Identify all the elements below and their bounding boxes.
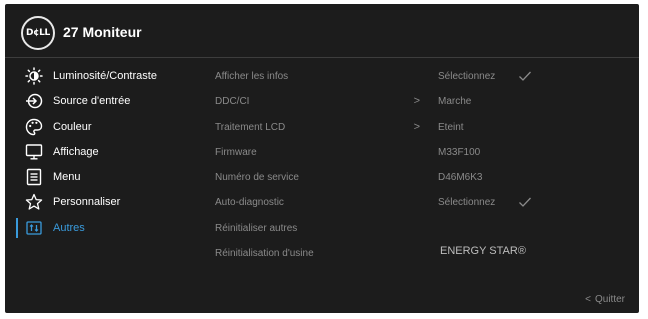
sidebar-item-label: Affichage [53,145,99,158]
sidebar-item-label: Menu [53,171,81,184]
value-lcd-conditioning: Eteint [438,115,628,140]
sidebar-item-label: Couleur [53,120,92,133]
sidebar-item-input-source[interactable]: Source d'entrée [5,89,205,114]
checkmark-icon [519,71,531,81]
setting-ddc-ci[interactable]: DDC/CI > [215,89,430,114]
value-energy-star: ENERGY STAR® [438,241,628,266]
color-palette-icon [25,118,43,135]
value-self-diagnostic[interactable]: Sélectionnez [438,190,628,215]
setting-label: Numéro de service [215,172,299,184]
setting-value: Sélectionnez [438,197,496,209]
energy-star-label: ENERGY STAR® [440,245,526,258]
setting-value: Sélectionnez [438,71,496,82]
brightness-icon [25,67,43,85]
page-title: 27 Moniteur [63,24,142,40]
input-source-icon [26,94,43,109]
setting-reset-others[interactable]: Réinitialiser autres [215,216,430,241]
setting-value: D46M6K3 [438,172,483,184]
setting-service-tag: Numéro de service [215,165,430,190]
setting-value: Eteint [438,121,464,133]
sidebar-item-label: Source d'entrée [53,95,131,108]
others-settings-list: Afficher les infos DDC/CI > Traitement L… [215,64,430,266]
menu-icon [26,168,42,186]
sidebar-nav: Luminosité/Contraste Source d'entrée Cou… [5,64,205,241]
quit-button[interactable]: < Quitter [585,294,625,305]
sidebar-item-display[interactable]: Affichage [5,140,205,165]
sidebar-item-personalize[interactable]: Personnaliser [5,190,205,215]
value-ddc-ci: Marche [438,89,628,114]
value-display-info[interactable]: Sélectionnez [438,64,628,89]
value-firmware: M33F100 [438,140,628,165]
value-reset-others [438,216,628,241]
sidebar-item-brightness-contrast[interactable]: Luminosité/Contraste [5,64,205,89]
osd-header: D¢LL 27 Moniteur [5,4,639,58]
setting-value: Marche [438,96,472,108]
sidebar-item-others[interactable]: Autres [5,216,205,241]
setting-self-diagnostic[interactable]: Auto-diagnostic [215,190,430,215]
sidebar-item-label: Personnaliser [53,196,121,209]
sidebar-item-menu[interactable]: Menu [5,165,205,190]
value-service-tag: D46M6K3 [438,165,628,190]
logo-text: D¢LL [25,28,50,38]
chevron-left-icon: < [585,294,591,305]
setting-label: Afficher les infos [215,71,289,82]
setting-label: Firmware [215,146,257,158]
setting-label: Réinitialiser autres [215,222,298,234]
display-icon [25,144,43,160]
setting-firmware: Firmware [215,140,430,165]
sidebar-item-label: Luminosité/Contraste [53,70,157,82]
setting-value: M33F100 [438,146,481,158]
setting-lcd-conditioning[interactable]: Traitement LCD > [215,115,430,140]
sidebar-item-color[interactable]: Couleur [5,115,205,140]
chevron-right-icon: > [413,95,420,108]
others-values-list: Sélectionnez Marche Eteint M33F100 D46M6… [438,64,628,266]
dell-logo: D¢LL [21,16,55,50]
setting-label: Traitement LCD [215,121,286,133]
setting-display-info[interactable]: Afficher les infos [215,64,430,89]
setting-factory-reset[interactable]: Réinitialisation d'usine [215,241,430,266]
setting-label: Réinitialisation d'usine [215,248,314,260]
active-indicator [16,217,18,238]
others-icon [26,221,42,235]
star-icon [25,194,43,211]
setting-label: Auto-diagnostic [215,197,284,209]
sidebar-item-label: Autres [53,221,85,234]
chevron-right-icon: > [413,120,420,133]
quit-label: Quitter [594,294,625,305]
checkmark-icon [519,198,531,208]
setting-label: DDC/CI [215,96,250,108]
osd-window: D¢LL 27 Moniteur Luminosité/Contraste So… [5,4,639,313]
